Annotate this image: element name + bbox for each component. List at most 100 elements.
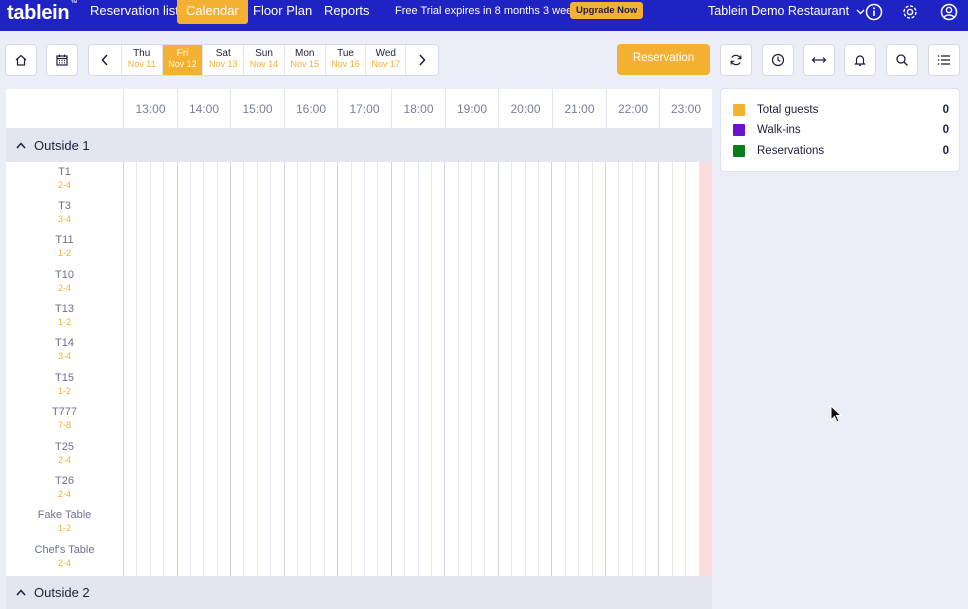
- quarter-gridline: [645, 162, 646, 576]
- user-icon[interactable]: [940, 3, 958, 21]
- list-view-button[interactable]: [928, 44, 960, 76]
- chevron-down-icon: [856, 9, 865, 15]
- legend-label: Walk-ins: [757, 124, 801, 136]
- nav-floor-plan[interactable]: Floor Plan: [244, 0, 321, 24]
- prev-week-button[interactable]: [89, 45, 121, 75]
- table-row[interactable]: T3 3-4: [6, 199, 123, 225]
- chevron-right-icon: [419, 54, 426, 66]
- table-name: Chef's Table: [34, 544, 95, 556]
- upgrade-button[interactable]: Upgrade Now: [570, 2, 644, 19]
- table-name: T13: [55, 303, 74, 315]
- gear-icon[interactable]: [901, 3, 919, 21]
- quarter-gridline: [190, 162, 191, 576]
- bell-icon: [854, 55, 866, 66]
- hour-label: 23:00: [659, 89, 712, 129]
- chevron-left-icon: [101, 54, 108, 66]
- table-row[interactable]: T777 7-8: [6, 405, 123, 431]
- hour-gridline: [284, 162, 285, 576]
- quarter-gridline: [471, 162, 472, 576]
- table-capacity: 2-4: [57, 283, 71, 293]
- quarter-gridline: [458, 162, 459, 576]
- hour-gridline: [444, 162, 445, 576]
- restaurant-selector[interactable]: Tablein Demo Restaurant: [708, 0, 865, 22]
- time-button[interactable]: [762, 44, 794, 76]
- nav-reports[interactable]: Reports: [315, 0, 379, 24]
- table-row[interactable]: T14 3-4: [6, 336, 123, 362]
- quarter-gridline: [685, 162, 686, 576]
- day-date: Nov 14: [249, 59, 279, 69]
- hour-gridline: [551, 162, 552, 576]
- new-reservation-button[interactable]: Reservation: [617, 44, 710, 75]
- quarter-gridline: [351, 162, 352, 576]
- quarter-gridline: [243, 162, 244, 576]
- refresh-button[interactable]: [720, 44, 752, 76]
- table-row[interactable]: Chef's Table 2-4: [6, 543, 123, 569]
- home-button[interactable]: [5, 44, 37, 76]
- table-capacity: 1-2: [57, 523, 71, 533]
- day-date: Nov 12: [168, 59, 197, 69]
- next-week-button[interactable]: [406, 45, 438, 75]
- table-row[interactable]: T25 2-4: [6, 440, 123, 466]
- day-thu[interactable]: Thu Nov 11: [120, 45, 162, 75]
- table-name: T15: [55, 372, 74, 384]
- table-row[interactable]: T1 2-4: [6, 165, 123, 191]
- app-logo[interactable]: tablein™: [7, 0, 77, 25]
- legend-walk-ins: Walk-ins 0: [733, 122, 949, 138]
- nav-reservation-list[interactable]: Reservation list: [81, 0, 188, 24]
- table-row[interactable]: T26 2-4: [6, 474, 123, 500]
- day-name: Mon: [295, 48, 315, 59]
- table-row[interactable]: T15 1-2: [6, 371, 123, 397]
- table-capacity: 2-4: [57, 180, 71, 190]
- quarter-gridline: [404, 162, 405, 576]
- date-selector: Thu Nov 11 Fri Nov 12 Sat Nov 13 Sun Nov 14 …: [88, 44, 439, 76]
- day-date: Nov 13: [208, 59, 238, 69]
- table-capacity: 7-8: [57, 420, 71, 430]
- quarter-gridline: [163, 162, 164, 576]
- hour-gridline: [177, 162, 178, 576]
- hour-label: 18:00: [391, 89, 445, 129]
- day-date: Nov 16: [331, 59, 360, 69]
- table-name: T1: [58, 166, 71, 178]
- quarter-gridline: [217, 162, 218, 576]
- table-row[interactable]: T13 1-2: [6, 302, 123, 328]
- day-sun[interactable]: Sun Nov 14: [243, 45, 284, 75]
- search-button[interactable]: [886, 44, 918, 76]
- quarter-gridline: [632, 162, 633, 576]
- day-fri[interactable]: Fri Nov 12: [161, 45, 203, 75]
- table-capacity: 3-4: [57, 214, 71, 224]
- info-icon[interactable]: [865, 3, 883, 21]
- hour-label: 14:00: [177, 89, 230, 129]
- table-row[interactable]: T10 2-4: [6, 268, 123, 294]
- legend-reservations: Reservations 0: [733, 143, 949, 159]
- legend-value: 0: [942, 104, 949, 116]
- quarter-gridline: [431, 162, 432, 576]
- time-slot-area[interactable]: [123, 162, 712, 576]
- section-header-outside-2[interactable]: Outside 2: [6, 576, 712, 609]
- hour-label: 17:00: [337, 89, 391, 129]
- legend-value: 0: [942, 145, 949, 157]
- table-row[interactable]: T11 1-2: [6, 233, 123, 259]
- day-wed[interactable]: Wed Nov 17: [365, 45, 407, 75]
- mouse-cursor-icon: [830, 405, 842, 423]
- hour-label: 20:00: [498, 89, 552, 129]
- table-name: T777: [51, 406, 78, 418]
- calendar-picker-button[interactable]: [46, 44, 78, 76]
- nav-calendar[interactable]: Calendar: [177, 0, 248, 24]
- section-header-outside-1[interactable]: Outside 1: [6, 129, 712, 162]
- notifications-button[interactable]: [844, 44, 876, 76]
- expand-button[interactable]: [803, 44, 835, 76]
- table-row[interactable]: Fake Table 1-2: [6, 508, 123, 534]
- expand-arrows-icon: [811, 57, 827, 63]
- hour-gridline: [123, 162, 124, 576]
- hour-gridline: [391, 162, 392, 576]
- calendar-icon: [56, 54, 68, 66]
- refresh-icon: [730, 54, 742, 66]
- hour-gridline: [337, 162, 338, 576]
- quarter-gridline: [324, 162, 325, 576]
- quarter-gridline: [150, 162, 151, 576]
- table-name: T14: [55, 337, 74, 349]
- day-mon[interactable]: Mon Nov 15: [283, 45, 325, 75]
- restaurant-name: Tablein Demo Restaurant: [708, 4, 850, 18]
- day-sat[interactable]: Sat Nov 13: [202, 45, 243, 75]
- day-tue[interactable]: Tue Nov 16: [324, 45, 366, 75]
